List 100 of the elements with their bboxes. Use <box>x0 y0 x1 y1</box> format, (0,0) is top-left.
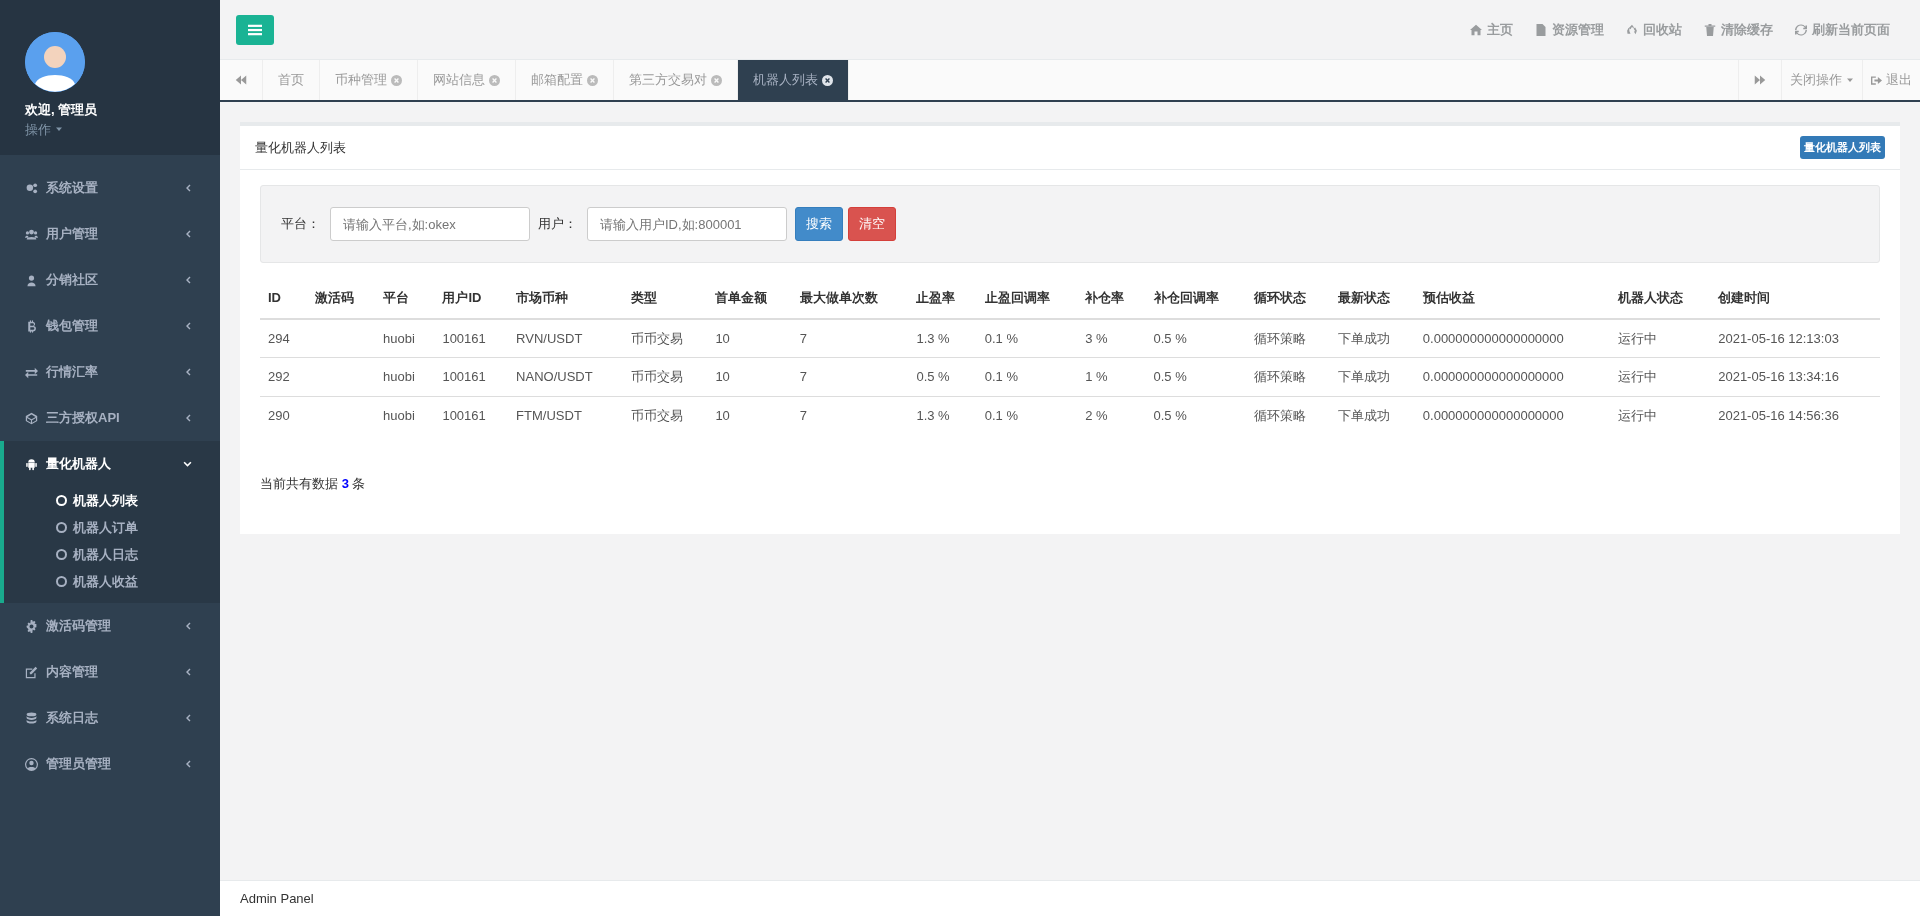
avatar <box>25 32 85 92</box>
table-cell: 0.5 % <box>1153 330 1187 346</box>
sidebar-item[interactable]: 用户管理 <box>0 211 220 257</box>
column-header: 激活码 <box>306 278 376 319</box>
table-cell: 100161 <box>442 330 486 346</box>
chevron-left-icon <box>184 714 192 722</box>
sidebar-item[interactable]: 内容管理 <box>0 649 220 695</box>
exchange-icon <box>25 365 38 379</box>
input-field[interactable]: 请输入平台,如:okex <box>330 207 530 241</box>
circle-icon <box>56 549 67 560</box>
sidebar-item[interactable]: 系统日志 <box>0 695 220 741</box>
table-cell: 0.5 % <box>1153 369 1187 384</box>
search-button[interactable]: 搜索 <box>795 207 843 241</box>
record-count-text: 当前共有数据 3 条 <box>260 475 367 493</box>
chevron-left-icon <box>184 368 192 376</box>
table-cell: 下单成功 <box>1338 369 1391 384</box>
circle-icon <box>56 522 67 533</box>
chevron-left-icon <box>184 668 192 676</box>
table-cell: 3 % <box>1085 330 1108 346</box>
bitcoin-icon <box>25 319 38 333</box>
sidebar-item[interactable]: 激活码管理 <box>0 603 220 649</box>
refresh-icon <box>1795 23 1807 36</box>
chevron-left-icon <box>184 322 192 330</box>
panel-title: 量化机器人列表 <box>255 138 346 157</box>
column-header: 首单金额 <box>707 278 792 319</box>
sidebar-item[interactable]: 系统设置 <box>0 165 220 211</box>
table-cell: huobi <box>383 407 415 423</box>
column-header: 预估收益 <box>1414 278 1610 319</box>
header-link[interactable]: 回收站 <box>1626 19 1682 40</box>
file-icon <box>1535 23 1547 36</box>
table-cell: 7 <box>799 407 807 423</box>
table-cell: 币币交易 <box>631 330 683 346</box>
table-cell: huobi <box>383 330 415 346</box>
table-cell: 292 <box>268 369 290 384</box>
home-icon <box>1470 23 1482 36</box>
gear-icon <box>25 619 38 633</box>
table-cell: 7 <box>799 369 807 384</box>
submenu-item[interactable]: 机器人订单 <box>4 514 220 541</box>
sidebar-item[interactable]: 量化机器人 <box>4 441 220 487</box>
column-header: ID <box>260 278 307 319</box>
table-cell: 0.5 % <box>916 369 950 384</box>
welcome-text: 欢迎, 管理员 <box>25 101 99 119</box>
table-cell: 0.000000000000000000 <box>1422 330 1564 346</box>
clear-button[interactable]: 清空 <box>848 207 896 241</box>
column-header: 市场币种 <box>508 278 623 319</box>
table-cell: 币币交易 <box>631 369 683 384</box>
panel-label: 量化机器人列表 <box>1800 136 1885 159</box>
sidebar-item[interactable]: 三方授权API <box>0 395 220 441</box>
sidebar-item[interactable]: 分销社区 <box>0 257 220 303</box>
sidebar-item[interactable]: 行情汇率 <box>0 349 220 395</box>
table-cell: 0.1 % <box>984 330 1018 346</box>
column-header: 用户ID <box>434 278 509 319</box>
table-cell: 下单成功 <box>1338 330 1391 346</box>
submenu-item[interactable]: 机器人日志 <box>4 541 220 568</box>
table-cell: 1.3 % <box>916 330 950 346</box>
table-cell: 294 <box>268 330 290 346</box>
submenu-item[interactable]: 机器人列表 <box>4 487 220 514</box>
column-header: 补仓回调率 <box>1145 278 1247 319</box>
chevron-left-icon <box>184 622 192 630</box>
chevron-left-icon <box>184 414 192 422</box>
operations-dropdown[interactable]: 操作 <box>25 119 63 139</box>
table-cell: 循环策略 <box>1254 407 1307 423</box>
submenu-item[interactable]: 机器人收益 <box>4 568 220 595</box>
logout-icon <box>1871 74 1882 86</box>
table-cell: 0.000000000000000000 <box>1422 369 1564 384</box>
table-cell: 下单成功 <box>1338 407 1391 423</box>
menu-icon <box>248 23 262 38</box>
input-field[interactable]: 请输入用户ID,如:800001 <box>587 207 787 241</box>
table-cell: 运行中 <box>1617 369 1657 384</box>
table-cell: 2021-05-16 14:56:36 <box>1718 407 1839 423</box>
database-icon <box>25 711 38 725</box>
table-cell: 100161 <box>442 407 486 423</box>
edit-icon <box>25 665 38 679</box>
table-cell: 0.5 % <box>1153 407 1187 423</box>
column-header: 补仓率 <box>1077 278 1146 319</box>
cube-icon <box>25 411 38 425</box>
table-cell: 10 <box>715 407 730 423</box>
backward-icon <box>235 74 247 86</box>
page-tab[interactable]: 机器人列表 <box>738 60 849 100</box>
header-link[interactable]: 刷新当前页面 <box>1795 19 1890 40</box>
users-icon <box>25 227 38 241</box>
table-cell: 2021-05-16 13:34:16 <box>1718 369 1839 384</box>
table-cell: 7 <box>799 330 807 346</box>
header-link[interactable]: 资源管理 <box>1535 19 1604 40</box>
menu-button[interactable] <box>236 14 274 45</box>
chevron-left-icon <box>184 184 192 192</box>
table-cell: 循环策略 <box>1254 369 1307 384</box>
sidebar-item[interactable]: 管理员管理 <box>0 741 220 787</box>
column-header: 平台 <box>375 278 435 319</box>
sidebar-item[interactable]: 钱包管理 <box>0 303 220 349</box>
field-label: 平台： <box>281 215 320 234</box>
table-cell: 0.000000000000000000 <box>1422 407 1564 423</box>
header-link[interactable]: 主页 <box>1470 19 1513 40</box>
table-cell: FTM/USDT <box>516 407 582 423</box>
header-link[interactable]: 清除缓存 <box>1704 19 1773 40</box>
table-cell: 1.3 % <box>916 407 950 423</box>
android-icon <box>25 457 38 471</box>
table-cell: 1 % <box>1085 369 1108 384</box>
table-cell: 运行中 <box>1617 407 1657 423</box>
table-cell: NANO/USDT <box>516 369 593 384</box>
